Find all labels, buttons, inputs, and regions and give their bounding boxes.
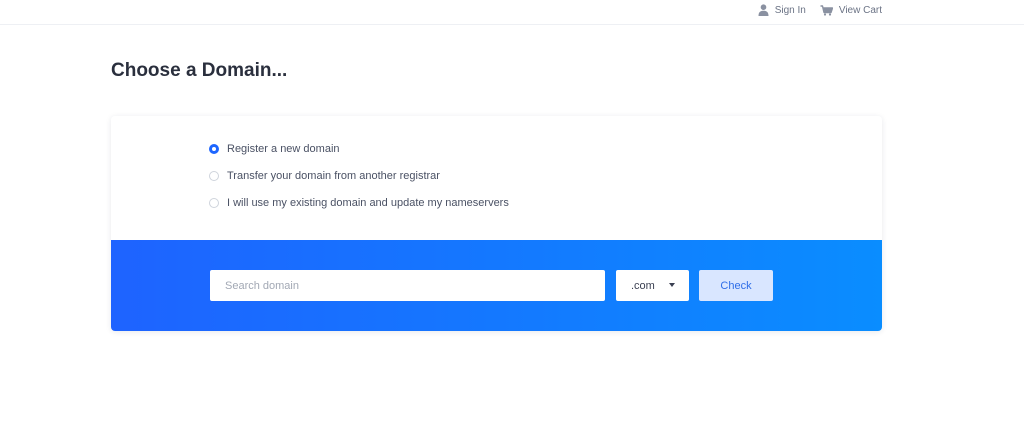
option-transfer[interactable]: Transfer your domain from another regist… [209, 169, 509, 183]
sign-in-label: Sign In [774, 4, 806, 16]
view-cart-label: View Cart [838, 4, 882, 16]
register-radio[interactable] [209, 144, 219, 154]
tld-select[interactable]: .com [616, 270, 689, 301]
domain-options: Register a new domain Transfer your doma… [209, 142, 509, 210]
option-register-label: Register a new domain [227, 143, 340, 155]
option-existing[interactable]: I will use my existing domain and update… [209, 196, 509, 210]
existing-radio[interactable] [209, 198, 219, 208]
chevron-down-icon [669, 283, 675, 287]
page-title: Choose a Domain... [111, 60, 288, 81]
cart-icon [820, 4, 833, 16]
search-band: .com Check [111, 240, 882, 331]
option-transfer-label: Transfer your domain from another regist… [227, 170, 440, 182]
sign-in-link[interactable]: Sign In [758, 4, 806, 16]
view-cart-link[interactable]: View Cart [820, 5, 882, 16]
top-nav: Sign In View Cart [758, 4, 882, 16]
option-register[interactable]: Register a new domain [209, 142, 509, 156]
tld-value: .com [631, 279, 655, 292]
user-icon [758, 4, 769, 16]
check-button[interactable]: Check [699, 270, 773, 301]
transfer-radio[interactable] [209, 171, 219, 181]
domain-card: Register a new domain Transfer your doma… [111, 116, 882, 331]
option-existing-label: I will use my existing domain and update… [227, 197, 509, 209]
search-input[interactable] [210, 270, 605, 301]
top-bar: Sign In View Cart [0, 0, 1024, 25]
